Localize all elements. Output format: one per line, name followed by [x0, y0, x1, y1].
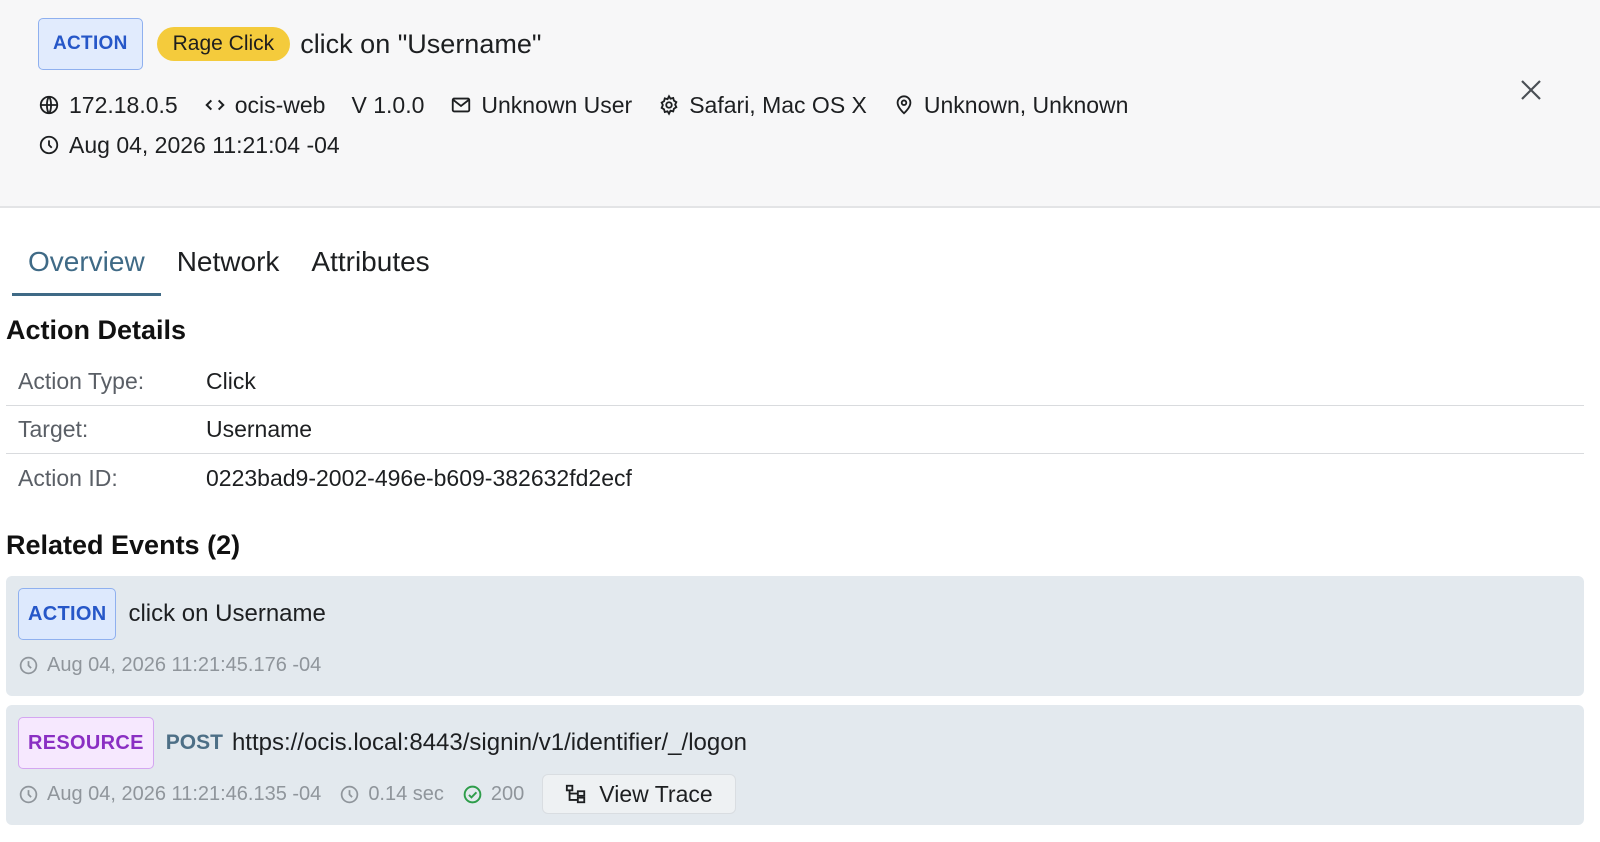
action-details-table: Action Type: Click Target: Username Acti… — [6, 358, 1584, 502]
clock-icon — [19, 785, 38, 803]
close-icon — [1521, 80, 1541, 100]
detail-label: Action ID: — [18, 464, 118, 491]
event-status: 200 — [462, 783, 524, 806]
detail-value: 0223bad9-2002-496e-b609-382632fd2ecf — [206, 464, 632, 491]
trace-tree-icon — [566, 784, 586, 804]
event-title: click on "Username" — [300, 28, 542, 59]
tab-network[interactable]: Network — [161, 238, 296, 296]
detail-label: Target: — [18, 416, 89, 442]
view-trace-button[interactable]: View Trace — [542, 774, 736, 814]
event-type-badge: ACTION — [18, 588, 117, 640]
location-pin-icon — [896, 95, 912, 115]
related-event-header: RESOURCE POST https://ocis.local:8443/si… — [18, 717, 747, 769]
event-meta-row: 172.18.0.5 ocis-web V 1.0.0 Unknown User… — [38, 90, 1154, 120]
rage-click-badge: Rage Click — [156, 27, 291, 61]
clock-icon — [19, 656, 38, 674]
gear-icon — [660, 94, 678, 116]
browser-meta: Safari, Mac OS X — [658, 92, 867, 119]
event-timestamp: Aug 04, 2026 11:21:46.135 -04 — [47, 782, 322, 805]
location-name: Unknown, Unknown — [923, 91, 1129, 118]
app-name: ocis-web — [234, 91, 326, 118]
related-event-header: ACTION click on Username — [18, 588, 326, 640]
detail-row: Action ID: 0223bad9-2002-496e-b609-38263… — [6, 454, 1584, 502]
detail-label: Action Type: — [18, 368, 145, 394]
status-code: 200 — [490, 782, 525, 805]
ip-address: 172.18.0.5 — [69, 91, 178, 118]
detail-row: Target: Username — [6, 406, 1584, 454]
related-event-title: click on Username — [128, 600, 326, 627]
duration-value: 0.14 sec — [368, 782, 444, 805]
detail-value: Click — [206, 368, 256, 394]
clock-icon — [39, 135, 59, 155]
tab-bar: Overview Network Attributes — [12, 238, 446, 296]
detail-row: Action Type: Click — [6, 358, 1584, 406]
ip-meta: 172.18.0.5 — [38, 92, 178, 119]
detail-value: Username — [206, 416, 313, 442]
globe-icon — [39, 95, 59, 115]
event-duration: 0.14 sec — [339, 783, 444, 806]
code-icon — [205, 99, 225, 111]
tab-overview[interactable]: Overview — [12, 238, 161, 296]
request-url: https://ocis.local:8443/signin/v1/identi… — [231, 729, 747, 756]
clock-icon — [341, 785, 359, 803]
app-version: V 1.0.0 — [351, 91, 425, 118]
mail-icon — [452, 97, 471, 113]
app-meta: ocis-web — [204, 91, 326, 119]
event-header: ACTION Rage Click click on "Username" 17… — [0, 0, 1600, 208]
related-event-meta: Aug 04, 2026 11:21:45.176 -04 — [18, 652, 339, 678]
user-meta: Unknown User — [450, 92, 632, 119]
resource-badge: RESOURCE — [18, 717, 154, 769]
close-button[interactable] — [1516, 75, 1546, 105]
related-events-heading: Related Events (2) — [6, 530, 241, 560]
related-event-item[interactable]: RESOURCE POST https://ocis.local:8443/si… — [6, 705, 1584, 825]
event-time-row: Aug 04, 2026 11:21:04 -04 — [38, 130, 366, 160]
time-meta: Aug 04, 2026 11:21:04 -04 — [38, 132, 340, 159]
action-details-heading: Action Details — [6, 315, 187, 345]
event-type-badge: ACTION — [38, 18, 143, 70]
browser-name: Safari, Mac OS X — [689, 91, 867, 118]
http-method: POST — [165, 731, 223, 754]
related-event-item[interactable]: ACTION click on Username Aug 04, 2026 11… — [6, 576, 1584, 696]
user-name: Unknown User — [481, 91, 633, 118]
event-time: Aug 04, 2026 11:21:45.176 -04 — [18, 654, 321, 677]
related-event-meta: Aug 04, 2026 11:21:46.135 -04 0.14 sec 2… — [18, 773, 736, 815]
view-trace-label: View Trace — [599, 780, 713, 807]
check-circle-icon — [463, 785, 482, 803]
tab-attributes[interactable]: Attributes — [295, 238, 445, 296]
version-meta: V 1.0.0 — [351, 92, 424, 119]
event-title-row: ACTION Rage Click click on "Username" — [38, 18, 541, 70]
event-timestamp: Aug 04, 2026 11:21:04 -04 — [69, 131, 340, 158]
event-timestamp: Aug 04, 2026 11:21:45.176 -04 — [47, 653, 322, 676]
location-meta: Unknown, Unknown — [893, 91, 1129, 119]
event-time: Aug 04, 2026 11:21:46.135 -04 — [18, 783, 321, 806]
